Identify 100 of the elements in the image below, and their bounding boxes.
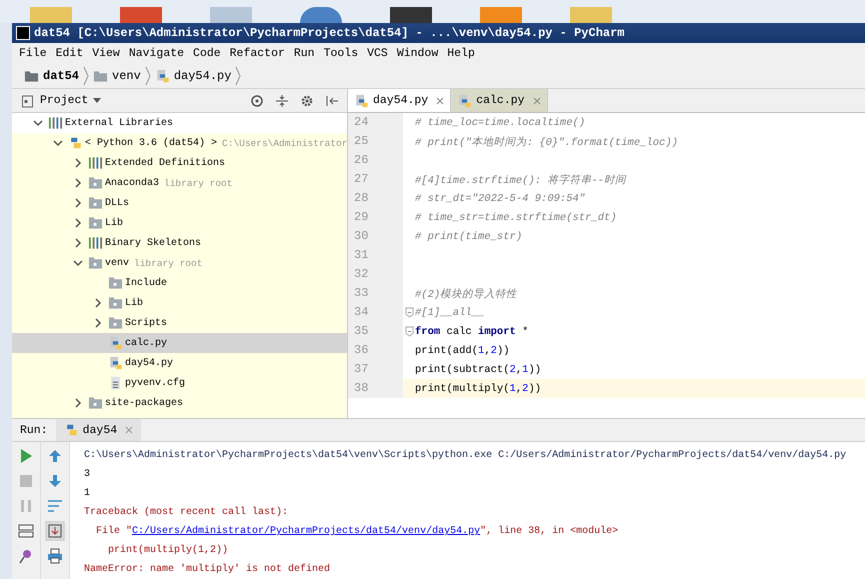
library-icon — [88, 236, 103, 250]
line-number: 26 — [348, 151, 403, 170]
line-number: 28 — [348, 189, 403, 208]
library-icon — [48, 116, 63, 130]
tree-item[interactable]: External Libraries — [12, 113, 347, 133]
console-line: Traceback (most recent call last): — [84, 506, 290, 520]
line-number: 31 — [348, 246, 403, 265]
menu-item[interactable]: Help — [447, 46, 475, 60]
caret-icon[interactable] — [93, 98, 102, 104]
breadcrumb-item[interactable]: day54.py — [174, 68, 232, 82]
menu-item[interactable]: Code — [193, 46, 221, 60]
line-number: 34 — [348, 303, 403, 322]
breadcrumb-item[interactable]: venv — [112, 68, 141, 82]
tree-item[interactable]: Extended Definitions — [12, 153, 347, 173]
editor-tab[interactable]: calc.py — [451, 89, 548, 112]
console-line: C:\Users\Administrator\PycharmProjects\dat54\venv\Scripts\python.exe C:/Users/Administrator/PycharmProjects/dat54/venv/day54.py — [84, 448, 848, 463]
python-icon — [68, 136, 83, 150]
tree-item[interactable]: < Python 3.6 (dat54) > C:\Users\Administrator — [12, 133, 347, 153]
tree-item[interactable]: Lib — [12, 213, 347, 233]
chevron-icon — [144, 66, 151, 86]
console-line: print(multiply(1,2)) — [107, 544, 230, 558]
tree-item-hint: library root — [134, 258, 202, 268]
code-line: # print("本地时间为: {0}".format(time_loc)) — [415, 135, 678, 148]
up-arrow-icon[interactable] — [47, 448, 63, 464]
console-line: 3 — [84, 468, 92, 482]
code-line: # time_loc=time.localtime() — [415, 116, 586, 128]
menu-item[interactable]: File — [19, 46, 47, 60]
code-line: #[4]time.strftime(): 将字符串--时间 — [415, 173, 626, 186]
close-icon[interactable] — [532, 96, 541, 104]
tree-item[interactable]: Anaconda3 library root — [12, 173, 347, 193]
tree-item[interactable]: site-packages — [12, 393, 347, 413]
line-number: 35 — [348, 322, 403, 341]
code-line: print(multiply(1,2)) — [415, 382, 542, 394]
line-number: 32 — [348, 265, 403, 284]
python-file-icon — [457, 94, 472, 108]
code-line: #(2)模块的导入特性 — [415, 287, 518, 300]
tree-item[interactable]: Binary Skeletons — [12, 233, 347, 253]
menu-item[interactable]: Edit — [56, 46, 84, 60]
menu-item[interactable]: Run — [294, 46, 315, 60]
code-line: #[1]__all__ — [415, 306, 484, 318]
run-tab[interactable]: day54 — [56, 419, 142, 441]
pycharm-logo-icon — [16, 26, 30, 40]
project-icon — [20, 94, 35, 108]
pin-icon[interactable] — [18, 548, 34, 564]
menu-item[interactable]: Window — [396, 46, 438, 60]
project-view-dropdown[interactable]: Project — [40, 94, 88, 107]
tree-item[interactable]: pyvenv.cfg — [12, 373, 347, 393]
tree-item[interactable]: DLLs — [12, 193, 347, 213]
down-arrow-icon[interactable] — [47, 473, 63, 489]
menu-item[interactable]: View — [92, 46, 120, 60]
run-label: Run: — [19, 424, 49, 436]
code-line: print(add(1,2)) — [415, 344, 510, 356]
code-line: # str_dt="2022-5-4 9:09:54" — [415, 192, 586, 204]
settings-icon[interactable] — [300, 94, 314, 108]
tree-item-hint: C:\Users\Administrator — [222, 138, 347, 148]
line-number: 25 — [348, 132, 403, 151]
breadcrumb-item[interactable]: dat54 — [43, 68, 80, 82]
line-number: 30 — [348, 227, 403, 246]
chevron-icon — [235, 66, 242, 86]
tree-item[interactable]: Lib — [12, 293, 347, 313]
tree-item[interactable]: day54.py — [12, 353, 347, 373]
line-number: 33 — [348, 284, 403, 303]
tree-item[interactable]: calc.py — [12, 333, 347, 353]
menu-item[interactable]: VCS — [367, 46, 388, 60]
wrap-icon[interactable] — [47, 498, 63, 514]
tree-item[interactable]: Include — [12, 273, 347, 293]
python-file-icon — [108, 336, 123, 350]
editor-tab[interactable]: day54.py — [348, 89, 452, 112]
menu-item[interactable]: Tools — [324, 46, 358, 60]
line-number: 36 — [348, 341, 403, 360]
fold-icon[interactable] — [404, 326, 414, 337]
tree-item[interactable]: venv library root — [12, 253, 347, 273]
scroll-to-end-icon[interactable] — [47, 523, 63, 539]
python-file-icon — [354, 94, 369, 108]
console-line: 1 — [84, 487, 92, 501]
tree-item-hint: library root — [164, 178, 232, 188]
library-icon — [88, 156, 103, 170]
hide-panel-icon[interactable] — [325, 94, 339, 108]
code-line: # time_str=time.strftime(str_dt) — [415, 212, 617, 224]
line-number: 24 — [348, 113, 403, 132]
fold-icon[interactable] — [404, 307, 414, 318]
line-number: 37 — [348, 360, 403, 379]
collapse-icon[interactable] — [275, 94, 289, 108]
code-line: from calc import * — [415, 326, 528, 338]
layout-icon[interactable] — [18, 523, 34, 539]
code-line: # print(time_str) — [415, 230, 522, 242]
console-line: NameError: name 'multiply' is not defined — [84, 562, 332, 577]
tree-item[interactable]: Scripts — [12, 313, 347, 333]
line-number: 29 — [348, 208, 403, 227]
window-title: dat54 [C:\Users\Administrator\PycharmProjects\dat54] - ...\venv\day54.py - PyCharm — [34, 26, 624, 40]
close-icon[interactable] — [436, 96, 444, 104]
chevron-icon — [83, 66, 90, 86]
line-number: 27 — [348, 170, 403, 189]
text-file-icon — [108, 376, 123, 390]
code-line: print(subtract(2,1)) — [415, 364, 542, 376]
print-icon[interactable] — [47, 548, 63, 564]
menu-item[interactable]: Navigate — [128, 46, 184, 60]
menu-item[interactable]: Refactor — [230, 46, 285, 60]
run-icon[interactable] — [18, 448, 34, 464]
target-icon[interactable] — [250, 94, 264, 108]
